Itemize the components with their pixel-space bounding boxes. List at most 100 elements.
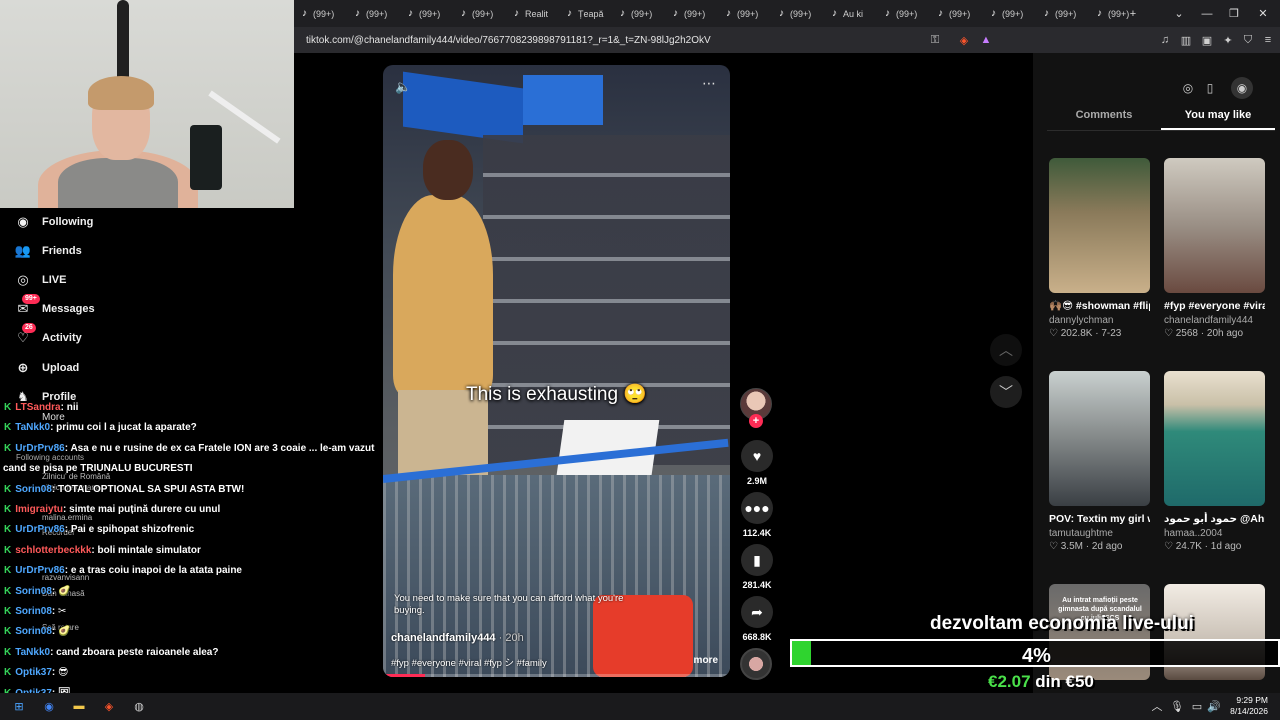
share-action[interactable]: ➦ 668.8K xyxy=(738,596,776,642)
bookmark-icon[interactable]: ▮ xyxy=(741,544,773,576)
chat-username[interactable]: UrDrPrv86 xyxy=(15,443,64,454)
sound-disc-icon[interactable] xyxy=(740,648,772,680)
card-title[interactable]: 🙌🏽😎 #showman #flip #cafetime xyxy=(1049,299,1150,314)
leo-ai-icon[interactable]: ✦ xyxy=(1220,32,1236,48)
video-author[interactable]: chanelandfamily444 · 20h xyxy=(391,632,524,644)
river-thumbnail[interactable] xyxy=(1164,371,1265,506)
sidebar-item-live[interactable]: ◎ LIVE xyxy=(14,271,66,289)
browser-tab[interactable]: ♪ (99+) xyxy=(930,0,983,27)
chat-username[interactable]: UrDrPrv86 xyxy=(15,565,64,576)
tab-list-icon[interactable]: ⌄ xyxy=(1166,0,1192,27)
like-action[interactable]: ♥ 2.9M xyxy=(738,440,776,486)
new-tab-button[interactable]: + xyxy=(1120,0,1146,27)
network-icon[interactable]: ▭ xyxy=(1188,697,1206,715)
volume-tray-icon[interactable]: 🔊 xyxy=(1205,697,1223,715)
card-title[interactable]: حمود أبو حمود @Ahmad yaxi 🖤 ... xyxy=(1164,512,1265,527)
sidebar-item-upload[interactable]: ⊕ Upload xyxy=(14,359,80,377)
card-author[interactable]: tamutaughtme xyxy=(1049,528,1150,539)
train-thumbnail[interactable] xyxy=(1049,371,1150,506)
browser-tab[interactable]: ♪ (99+) xyxy=(400,0,453,27)
sidebar-item-friends[interactable]: 👥 Friends xyxy=(14,242,82,260)
brave-shield-icon[interactable]: ◈ xyxy=(956,32,972,48)
browser-tab[interactable]: ♪ (99+) xyxy=(718,0,771,27)
device-icon[interactable]: ▯ xyxy=(1199,77,1221,99)
card-title[interactable]: POV: Textin my girl who ain't my girl... xyxy=(1049,512,1150,527)
chat-username[interactable]: UrDrPrv86 xyxy=(15,524,64,535)
video-hashtags[interactable]: #fyp #everyone #viral #fyp シ #family xyxy=(391,655,547,669)
heart-icon[interactable]: ♥ xyxy=(741,440,773,472)
previous-video-button[interactable]: ︿ xyxy=(990,334,1022,366)
vpn-icon[interactable]: ⛉ xyxy=(1240,32,1256,48)
recommended-video-card[interactable]: 🙌🏽😎 #showman #flip #cafetimedannylychman… xyxy=(1049,158,1150,339)
walking-thumbnail[interactable] xyxy=(1164,158,1265,293)
sidebar-item-following[interactable]: ◉ Following xyxy=(14,213,93,231)
chat-username[interactable]: LTSandra xyxy=(15,402,60,413)
browser-tab[interactable]: ♪ (99+) xyxy=(612,0,665,27)
card-title[interactable]: #fyp #everyone #viral #fypシ... xyxy=(1164,299,1265,314)
chat-username[interactable]: Imigraiytu xyxy=(15,504,63,515)
card-author[interactable]: chanelandfamily444 xyxy=(1164,315,1265,326)
restore-button[interactable]: ❐ xyxy=(1221,0,1247,27)
browser-tab[interactable]: ♪ Realit xyxy=(506,0,559,27)
comment-icon[interactable]: ●●● xyxy=(741,492,773,524)
comment-action[interactable]: ●●● 112.4K xyxy=(738,492,776,538)
browser-tab[interactable]: ♪ (99+) xyxy=(877,0,930,27)
chat-username[interactable]: Optik37 xyxy=(15,667,52,678)
compass-icon[interactable]: ◎ xyxy=(1177,77,1199,99)
address-bar[interactable]: tiktok.com/@chanelandfamily444/video/766… xyxy=(294,27,1280,53)
follow-plus-icon[interactable]: + xyxy=(749,414,763,428)
microphone-icon[interactable]: 🎙 xyxy=(1168,697,1186,715)
browser-tab[interactable]: ♪ (99+) xyxy=(347,0,400,27)
browser-tab[interactable]: ♪ (99+) xyxy=(1036,0,1089,27)
minimize-button[interactable]: — xyxy=(1194,0,1220,27)
browser-tab[interactable]: ♪ (99+) xyxy=(294,0,347,27)
video-player[interactable]: 🔈 ⋯ This is exhausting 🙄 You need to mak… xyxy=(383,65,730,677)
chat-username[interactable]: schlotterbeckkk xyxy=(15,545,91,556)
cafe-thumbnail[interactable] xyxy=(1049,158,1150,293)
chat-username[interactable]: TaNkk0 xyxy=(15,647,50,658)
sidebar-item-messages[interactable]: ✉ 99+ Messages xyxy=(14,294,95,318)
menu-icon[interactable]: ≡ xyxy=(1260,32,1276,48)
chat-username[interactable]: Sorin08 xyxy=(15,626,52,637)
obs-icon[interactable]: ◍ xyxy=(130,697,148,715)
brave-browser-icon[interactable]: ◈ xyxy=(100,697,118,715)
folder-icon[interactable]: ▬ xyxy=(70,697,88,715)
chat-username[interactable]: TaNkk0 xyxy=(15,422,50,433)
windows-start-icon[interactable]: ⊞ xyxy=(10,697,28,715)
close-window-button[interactable]: ✕ xyxy=(1250,0,1276,27)
tray-chevron-icon[interactable]: ︿ xyxy=(1148,697,1166,715)
chrome-icon[interactable]: ◉ xyxy=(40,697,58,715)
recommended-video-card[interactable]: #fyp #everyone #viral #fypシ...chanelandf… xyxy=(1164,158,1265,339)
sidebar-toggle-icon[interactable]: ▥ xyxy=(1178,32,1194,48)
card-author[interactable]: hamaa..2004 xyxy=(1164,528,1265,539)
system-clock[interactable]: 9:29 PM 8/14/2026 xyxy=(1230,695,1268,717)
share-icon[interactable]: ➦ xyxy=(741,596,773,628)
browser-tab[interactable]: ♪ (99+) xyxy=(453,0,506,27)
profile-avatar[interactable]: ◉ xyxy=(1231,77,1253,99)
wallet-icon[interactable]: ▣ xyxy=(1199,32,1215,48)
chat-username[interactable]: Sorin08 xyxy=(15,586,52,597)
browser-tab[interactable]: ♪ (99+) xyxy=(665,0,718,27)
browser-tab[interactable]: ♪ (99+) xyxy=(771,0,824,27)
recommended-video-card[interactable]: حمود أبو حمود @Ahmad yaxi 🖤 ...hamaa..20… xyxy=(1164,371,1265,552)
chat-username[interactable]: Sorin08 xyxy=(15,484,52,495)
key-icon[interactable]: ⚿ xyxy=(927,32,943,48)
volume-icon[interactable]: 🔈 xyxy=(395,79,411,95)
url-text[interactable]: tiktok.com/@chanelandfamily444/video/766… xyxy=(306,35,711,46)
sidebar-item-activity[interactable]: ♡ 26 Activity xyxy=(14,323,82,347)
next-video-button[interactable]: ﹀ xyxy=(990,376,1022,408)
recommended-video-card[interactable]: POV: Textin my girl who ain't my girl...… xyxy=(1049,371,1150,552)
tab-comments[interactable]: Comments xyxy=(1047,109,1161,130)
more-button[interactable]: more xyxy=(694,655,718,666)
browser-tab[interactable]: ♪ Au ki xyxy=(824,0,877,27)
more-options-icon[interactable]: ⋯ xyxy=(702,75,716,92)
save-action[interactable]: ▮ 281.4K xyxy=(738,544,776,590)
video-progress-bar[interactable] xyxy=(383,674,730,677)
browser-tab[interactable]: ♪ Țeapă xyxy=(559,0,612,27)
card-author[interactable]: dannylychman xyxy=(1049,315,1150,326)
chat-username[interactable]: Sorin08 xyxy=(15,606,52,617)
browser-tab[interactable]: ♪ (99+) xyxy=(983,0,1036,27)
music-icon[interactable]: ♫ xyxy=(1157,32,1173,48)
tab-you-may-like[interactable]: You may like xyxy=(1161,109,1275,130)
rewards-icon[interactable]: ▲ xyxy=(978,32,994,48)
